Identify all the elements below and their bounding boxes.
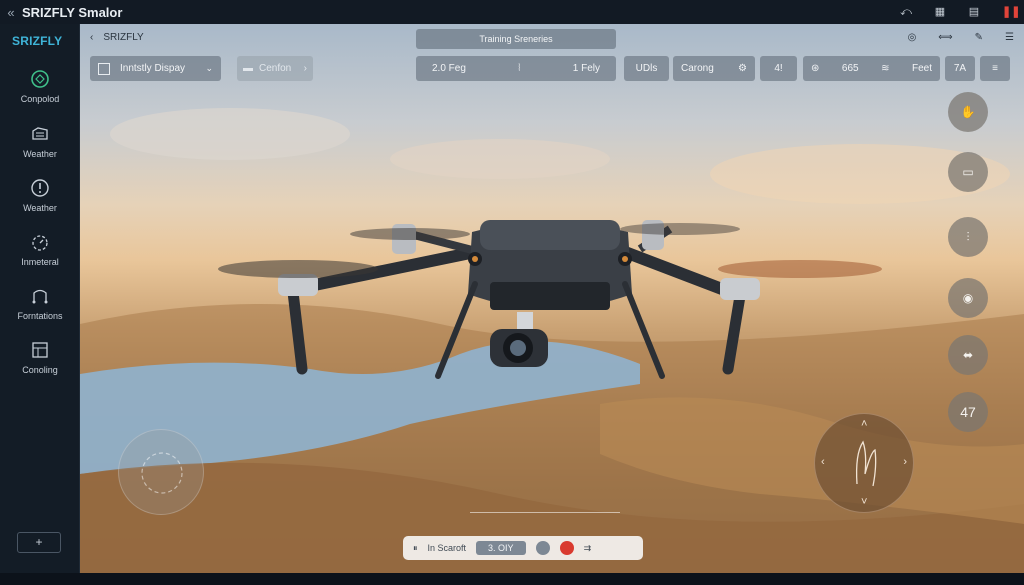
sidebar-item-conpolod[interactable]: Conpolod [0, 68, 80, 104]
document-icon[interactable]: ▤ [968, 6, 980, 18]
add-button[interactable]: + [17, 532, 61, 553]
undo-icon[interactable]: ⤺ [900, 6, 912, 18]
wind-icon[interactable]: ≋ [881, 63, 889, 74]
edit-icon[interactable]: ✎ [975, 32, 983, 43]
weather-icon [32, 127, 48, 140]
flight-status-bar: 2.0 Feg ⦚ 1 Fely [416, 56, 616, 81]
hand-icon: ✋ [960, 105, 976, 119]
target-icon[interactable]: ◎ [908, 32, 917, 43]
globe-icon[interactable]: ⊛ [811, 63, 819, 74]
app-title: SRIZFLY Smalor [22, 4, 123, 20]
panel-icon [32, 342, 48, 358]
title-bar: « SRIZFLY Smalor ⤺ ▦ ▤ ❚❚ [0, 0, 1024, 24]
sidebar-item-label: Weather [23, 149, 57, 159]
chevron-down-icon: ⌄ [205, 63, 213, 73]
brand-logo: SRIZFLY [12, 34, 63, 48]
breadcrumb: ‹ SRIZFLY [90, 32, 144, 43]
database-icon[interactable]: ≡ [980, 56, 1010, 81]
breadcrumb-label[interactable]: SRIZFLY [103, 32, 143, 43]
fast-forward-icon[interactable]: ⇉ [584, 543, 592, 554]
gesture-icon [855, 440, 877, 487]
chevron-left-icon[interactable]: ‹ [90, 32, 93, 43]
eye-button[interactable]: ◉ [948, 278, 988, 318]
timeline-track[interactable] [470, 512, 620, 513]
battery-button[interactable]: ▭ [948, 152, 988, 192]
altitude-pill[interactable]: 3. OIY [476, 541, 526, 555]
eye-icon: ◉ [962, 291, 974, 305]
record-icon[interactable] [535, 541, 550, 555]
chevron-right-icon: › [303, 63, 307, 74]
sidebar-item-conoling[interactable]: Conoling [0, 339, 80, 375]
flight-control-bar: ⏸ In Scaroft 3. OIY ⇉ [403, 536, 643, 560]
count-badge[interactable]: 4! [760, 56, 797, 81]
toggle-icon: ▬ [243, 63, 253, 74]
stop-icon[interactable] [559, 541, 574, 555]
telemetry-group: ⊛ 665 ≋ Feet [803, 56, 940, 81]
back-icon[interactable]: « [0, 5, 22, 20]
window-controls: ⤺ ▦ ▤ ❚❚ [900, 0, 1020, 24]
flight-right-value: 1 Fely [572, 63, 600, 74]
display-select-value: Inntstly Dispay [120, 63, 186, 74]
timer-icon [32, 235, 48, 251]
hand-button[interactable]: ✋ [948, 92, 988, 132]
display-select[interactable]: Inntstly Dispay ⌄ [90, 56, 221, 81]
mode-badge[interactable]: 7A [945, 56, 975, 81]
carong-label: Carong [681, 63, 714, 74]
left-joystick[interactable] [118, 429, 204, 515]
scenario-title[interactable]: Training Sreneries [416, 29, 616, 49]
udls-button[interactable]: UDls [624, 56, 669, 81]
top-right-tools: ◎ ⟺ ✎ ☰ [908, 32, 1014, 43]
telemetry-value: 665 [841, 63, 859, 74]
pause-icon[interactable]: ⏸ [413, 543, 418, 554]
signal-icon: ⦚ [518, 63, 521, 74]
wind-control-icon: ⫶ [966, 229, 970, 244]
list-icon[interactable]: ☰ [1005, 32, 1014, 43]
gear-icon: ⚙ [738, 63, 747, 74]
grid-icon[interactable]: ▦ [934, 6, 946, 18]
gimbal-icon: ⬌ [962, 348, 974, 362]
alert-icon [31, 179, 49, 197]
carong-button[interactable]: Carong ⚙ [673, 56, 755, 81]
flight-left-value: 2.0 Feg [432, 63, 466, 74]
pause-icon[interactable]: ❚❚ [1002, 6, 1020, 18]
sidebar: SRIZFLY Conpolod Weather Weather Inmeter… [0, 24, 80, 573]
compass-icon [31, 70, 49, 88]
sidebar-item-weather-alert[interactable]: Weather [0, 177, 80, 213]
wind-button[interactable]: ⫶ [948, 217, 988, 257]
checkbox-icon[interactable] [98, 62, 110, 75]
battery-icon: ▭ [962, 165, 974, 179]
telemetry-unit: Feet [911, 63, 932, 74]
sidebar-item-inmeteral[interactable]: Inmeteral [0, 231, 80, 267]
sidebar-item-weather[interactable]: Weather [0, 123, 80, 159]
simulator-viewport[interactable]: ‹ SRIZFLY Training Sreneries ◎ ⟺ ✎ ☰ Inn… [80, 24, 1024, 573]
link-icon[interactable]: ⟺ [938, 32, 952, 43]
sidebar-item-forntations[interactable]: Forntations [0, 285, 80, 321]
centon-button[interactable]: ▬ Cenfon › [237, 56, 313, 81]
right-joystick[interactable]: ˄ ˅ ‹ › [814, 413, 914, 513]
number-button[interactable]: 47 [948, 392, 988, 432]
mode-label: In Scaroft [427, 543, 467, 553]
pad-icon [141, 452, 183, 494]
sidebar-item-label: Conoling [22, 365, 58, 375]
sidebar-item-label: Forntations [17, 311, 63, 321]
sidebar-item-label: Conpolod [20, 94, 60, 104]
sidebar-item-label: Weather [23, 203, 57, 213]
sidebar-item-label: Inmeteral [21, 257, 59, 267]
gimbal-button[interactable]: ⬌ [948, 335, 988, 375]
status-bar [0, 573, 1024, 585]
centon-label: Cenfon [259, 63, 292, 74]
formation-icon [32, 289, 48, 304]
